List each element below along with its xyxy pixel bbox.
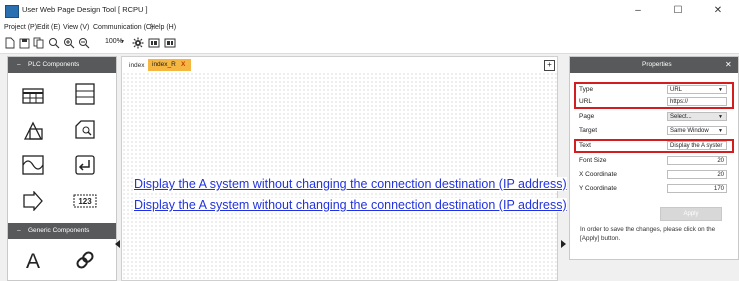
collapse-icon[interactable]: – xyxy=(17,57,21,73)
prop-label: Y Coordinate xyxy=(579,185,617,192)
window-title: User Web Page Design Tool [ RCPU ] xyxy=(22,5,148,14)
menu-view[interactable]: View (V) xyxy=(63,24,89,31)
properties-panel: Properties ✕ Type URL ▼ URL https:// Page… xyxy=(569,56,739,260)
title-bar: User Web Page Design Tool [ RCPU ] – ☐ ✕ xyxy=(0,0,739,23)
new-file-icon[interactable] xyxy=(4,37,16,49)
prop-label: Page xyxy=(579,113,595,120)
expand-icon[interactable]: + xyxy=(544,60,555,71)
design-canvas[interactable]: Display the A system without changing th… xyxy=(122,72,567,280)
display-b-icon[interactable] xyxy=(164,37,176,49)
prop-label: Font Size xyxy=(579,157,607,164)
link-icon[interactable] xyxy=(70,247,100,273)
link-text-2[interactable]: Display the A system without changing th… xyxy=(134,198,567,212)
search-icon[interactable] xyxy=(48,37,60,49)
y-coordinate-field[interactable]: 170 xyxy=(667,184,727,193)
apply-button[interactable]: Apply xyxy=(660,207,722,221)
link-text-1[interactable]: Display the A system without changing th… xyxy=(134,177,567,191)
prop-row-font-size: Font Size 20 xyxy=(578,156,730,166)
properties-header: Properties ✕ xyxy=(570,57,738,73)
text-icon[interactable]: A xyxy=(18,247,48,273)
plc-components-label: PLC Components xyxy=(28,61,80,68)
properties-title: Properties xyxy=(642,61,672,68)
maximize-button[interactable]: ☐ xyxy=(660,2,696,20)
numeric-display-icon[interactable]: 123 xyxy=(70,188,100,214)
graph-icon[interactable] xyxy=(18,152,48,178)
minimize-button[interactable]: – xyxy=(620,2,656,20)
prop-row-y-coordinate: Y Coordinate 170 xyxy=(578,184,730,194)
menu-help[interactable]: Help (H) xyxy=(150,24,176,31)
display-a-icon[interactable] xyxy=(148,37,160,49)
scroll-left-icon[interactable] xyxy=(115,240,120,248)
collapse-icon[interactable]: – xyxy=(17,223,21,239)
generic-components-label: Generic Components xyxy=(28,227,90,234)
close-button[interactable]: ✕ xyxy=(700,2,736,20)
font-size-field[interactable]: 20 xyxy=(667,156,727,165)
svg-text:A: A xyxy=(26,250,40,271)
list-icon[interactable] xyxy=(70,81,100,107)
chevron-down-icon: ▼ xyxy=(718,128,723,134)
menu-project[interactable]: Project (P) xyxy=(4,24,37,31)
prop-label: X Coordinate xyxy=(579,171,617,178)
tab-index-r[interactable]: index_R X xyxy=(148,59,191,71)
arrow-box-icon[interactable] xyxy=(18,188,48,214)
tab-close-icon[interactable]: X xyxy=(181,59,185,71)
zoom-dropdown-icon[interactable]: ▼ xyxy=(120,39,125,45)
target-select[interactable]: Same Window ▼ xyxy=(667,126,727,135)
apply-note: In order to save the changes, please cli… xyxy=(580,226,716,242)
components-panel: – PLC Components 123 – Generic Component… xyxy=(7,56,117,281)
shape-icon[interactable] xyxy=(18,117,48,143)
menu-communication[interactable]: Communication (C) xyxy=(93,24,153,31)
page-select[interactable]: Select... ▼ xyxy=(667,112,727,121)
toolbar: 100% ▼ xyxy=(0,35,739,54)
chevron-down-icon: ▼ xyxy=(718,114,723,120)
highlight-box-type-url xyxy=(574,82,734,109)
plc-components-header[interactable]: – PLC Components xyxy=(8,57,116,73)
menu-edit[interactable]: Edit (E) xyxy=(37,24,60,31)
editor-area: index index_R X + Display the A system w… xyxy=(121,56,567,281)
prop-row-page: Page Select... ▼ xyxy=(578,112,730,122)
tab-index-r-label: index_R xyxy=(152,61,176,68)
prop-row-x-coordinate: X Coordinate 20 xyxy=(578,170,730,180)
menu-bar: Project (P) Edit (E) View (V) Communicat… xyxy=(0,23,739,35)
prop-label: Target xyxy=(579,127,598,134)
image-icon[interactable] xyxy=(70,117,100,143)
save-icon[interactable] xyxy=(18,37,30,49)
generic-components-header[interactable]: – Generic Components xyxy=(8,223,116,239)
copy-icon[interactable] xyxy=(33,37,45,49)
table-icon[interactable] xyxy=(18,83,48,109)
highlight-box-text xyxy=(574,139,734,153)
zoom-out-icon[interactable] xyxy=(78,37,90,49)
x-coordinate-field[interactable]: 20 xyxy=(667,170,727,179)
prop-row-target: Target Same Window ▼ xyxy=(578,126,730,136)
enter-icon[interactable] xyxy=(70,152,100,178)
tab-index[interactable]: index xyxy=(125,60,149,71)
svg-text:123: 123 xyxy=(78,197,92,206)
close-icon[interactable]: ✕ xyxy=(725,57,732,73)
zoom-in-icon[interactable] xyxy=(63,37,75,49)
gear-icon[interactable] xyxy=(132,37,144,49)
scroll-right-icon[interactable] xyxy=(561,240,566,248)
app-icon xyxy=(5,5,19,18)
